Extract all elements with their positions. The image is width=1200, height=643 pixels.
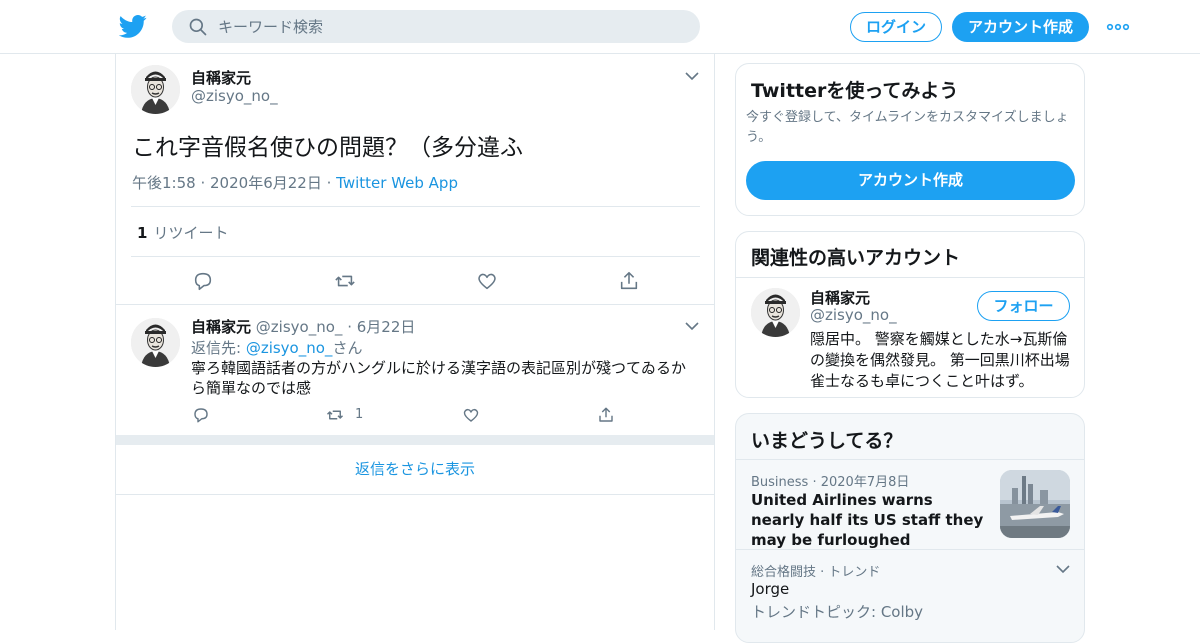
divider (131, 206, 700, 207)
trends-card-title: いまどうしてる？ (751, 430, 903, 452)
trend-headline: United Airlines warns nearly half its US… (751, 491, 984, 549)
twitter-bird-icon[interactable] (119, 12, 147, 40)
reply-to-prefix: 返信先: (191, 339, 246, 357)
search-icon (189, 18, 207, 36)
retweet-icon[interactable] (334, 270, 356, 292)
trends-card: いまどうしてる？ Business · 2020年7月8日 United Air… (735, 413, 1085, 643)
search-input[interactable] (218, 10, 688, 43)
separator-dot: · (200, 174, 211, 192)
follow-button[interactable]: フォロー (977, 291, 1070, 321)
avatar-illustration-icon (131, 318, 180, 367)
retweet-count: 1 (137, 224, 148, 242)
related-card-title: 関連性の高いアカウント (751, 247, 961, 269)
tweet-author-name[interactable]: 自稱家元 (191, 67, 251, 88)
trend-name: Jorge (751, 580, 790, 598)
signup-button[interactable]: アカウント作成 (952, 12, 1089, 42)
related-account-name[interactable]: 自稱家元 (810, 287, 870, 308)
reply-retweet-count: 1 (355, 407, 364, 422)
separator-dot: · (347, 318, 357, 336)
avatar[interactable] (131, 318, 180, 367)
share-icon[interactable] (618, 270, 640, 292)
search-box (172, 10, 700, 43)
separator-dot: · (812, 475, 821, 490)
news-thumbnail-image (1000, 470, 1070, 538)
avatar[interactable] (131, 65, 180, 114)
like-heart-icon[interactable] (476, 270, 498, 292)
tweet-source-app-link[interactable]: Twitter Web App (336, 174, 458, 192)
trend-meta: Business · 2020年7月8日 (751, 471, 909, 490)
avatar-illustration-icon (131, 65, 180, 114)
like-heart-icon[interactable] (462, 406, 480, 424)
related-account-bio: 隠居中。 警察を觸媒とした水→瓦斯倫の變換を偶然發見。 第一回黒川杯出場雀士なる… (810, 330, 1070, 390)
retweet-stats[interactable]: 1 リツイート (137, 222, 228, 243)
airplane-skyline-photo-icon (1000, 470, 1070, 538)
chevron-down-icon[interactable] (1056, 564, 1070, 574)
divider (736, 277, 1084, 278)
more-menu-icon[interactable] (1106, 18, 1130, 36)
divider (736, 549, 1084, 550)
reply-to-suffix: さん (332, 339, 363, 357)
signup-card-title: Twitterを使ってみよう (751, 80, 959, 102)
chevron-down-icon[interactable] (685, 71, 699, 81)
tweet-date[interactable]: 2020年6月22日 (210, 174, 322, 192)
avatar[interactable] (751, 288, 800, 337)
tweet-time[interactable]: 午後1:58 (132, 174, 196, 192)
separator-dot: · (326, 174, 337, 192)
reply-icon[interactable] (192, 406, 210, 424)
avatar-illustration-icon (751, 288, 800, 337)
reply-icon[interactable] (192, 270, 214, 292)
related-accounts-card: 関連性の高いアカウント 自稱家元 @zisyo_no_ フォロー 隠居中。 警察… (735, 231, 1085, 398)
tweet-text: これ字音假名使ひの問題？（多分違ふ (132, 135, 523, 161)
signup-card-button[interactable]: アカウント作成 (746, 161, 1075, 200)
divider (116, 304, 714, 305)
retweet-icon[interactable] (326, 406, 344, 424)
trend-category: Business (751, 475, 809, 490)
divider (131, 256, 700, 257)
trend-category: 総合格闘技 · トレンド (751, 565, 881, 580)
trend-topic: トレンドトピック: Colby (751, 603, 924, 621)
reply-to-handle-link[interactable]: @zisyo_no_ (246, 339, 333, 357)
chevron-down-icon[interactable] (685, 321, 699, 331)
trend-date: 2020年7月8日 (820, 475, 910, 490)
reply-text: 寧ろ韓國語話者の方がハングルに於ける漢字語の表記區別が殘つてゐるから簡單なのでは… (191, 359, 687, 397)
show-more-replies-link[interactable]: 返信をさらに表示 (116, 445, 714, 495)
signup-card: Twitterを使ってみよう 今すぐ登録して、タイムラインをカスタマイズしましょ… (735, 63, 1085, 216)
top-navigation-bar: ログイン アカウント作成 (0, 0, 1200, 54)
share-icon[interactable] (597, 406, 615, 424)
reply-author-name[interactable]: 自稱家元 (191, 318, 251, 336)
reply-date[interactable]: 6月22日 (357, 318, 416, 336)
tweet-timestamp: 午後1:58 · 2020年6月22日 · Twitter Web App (132, 172, 458, 193)
replying-to: 返信先: @zisyo_no_さん (191, 337, 362, 358)
related-account-handle[interactable]: @zisyo_no_ (810, 306, 897, 324)
section-separator (116, 435, 714, 445)
login-button[interactable]: ログイン (850, 12, 942, 42)
reply-header: 自稱家元 @zisyo_no_ · 6月22日 (191, 316, 415, 337)
tweet-author-handle[interactable]: @zisyo_no_ (191, 87, 278, 105)
reply-author-handle[interactable]: @zisyo_no_ (256, 318, 343, 336)
main-timeline-column: 自稱家元 @zisyo_no_ これ字音假名使ひの問題？（多分違ふ 午後1:58… (115, 54, 715, 630)
signup-card-subtitle: 今すぐ登録して、タイムラインをカスタマイズしましょう。 (746, 110, 1069, 145)
retweet-label: リツイート (153, 224, 229, 242)
divider (736, 459, 1084, 460)
